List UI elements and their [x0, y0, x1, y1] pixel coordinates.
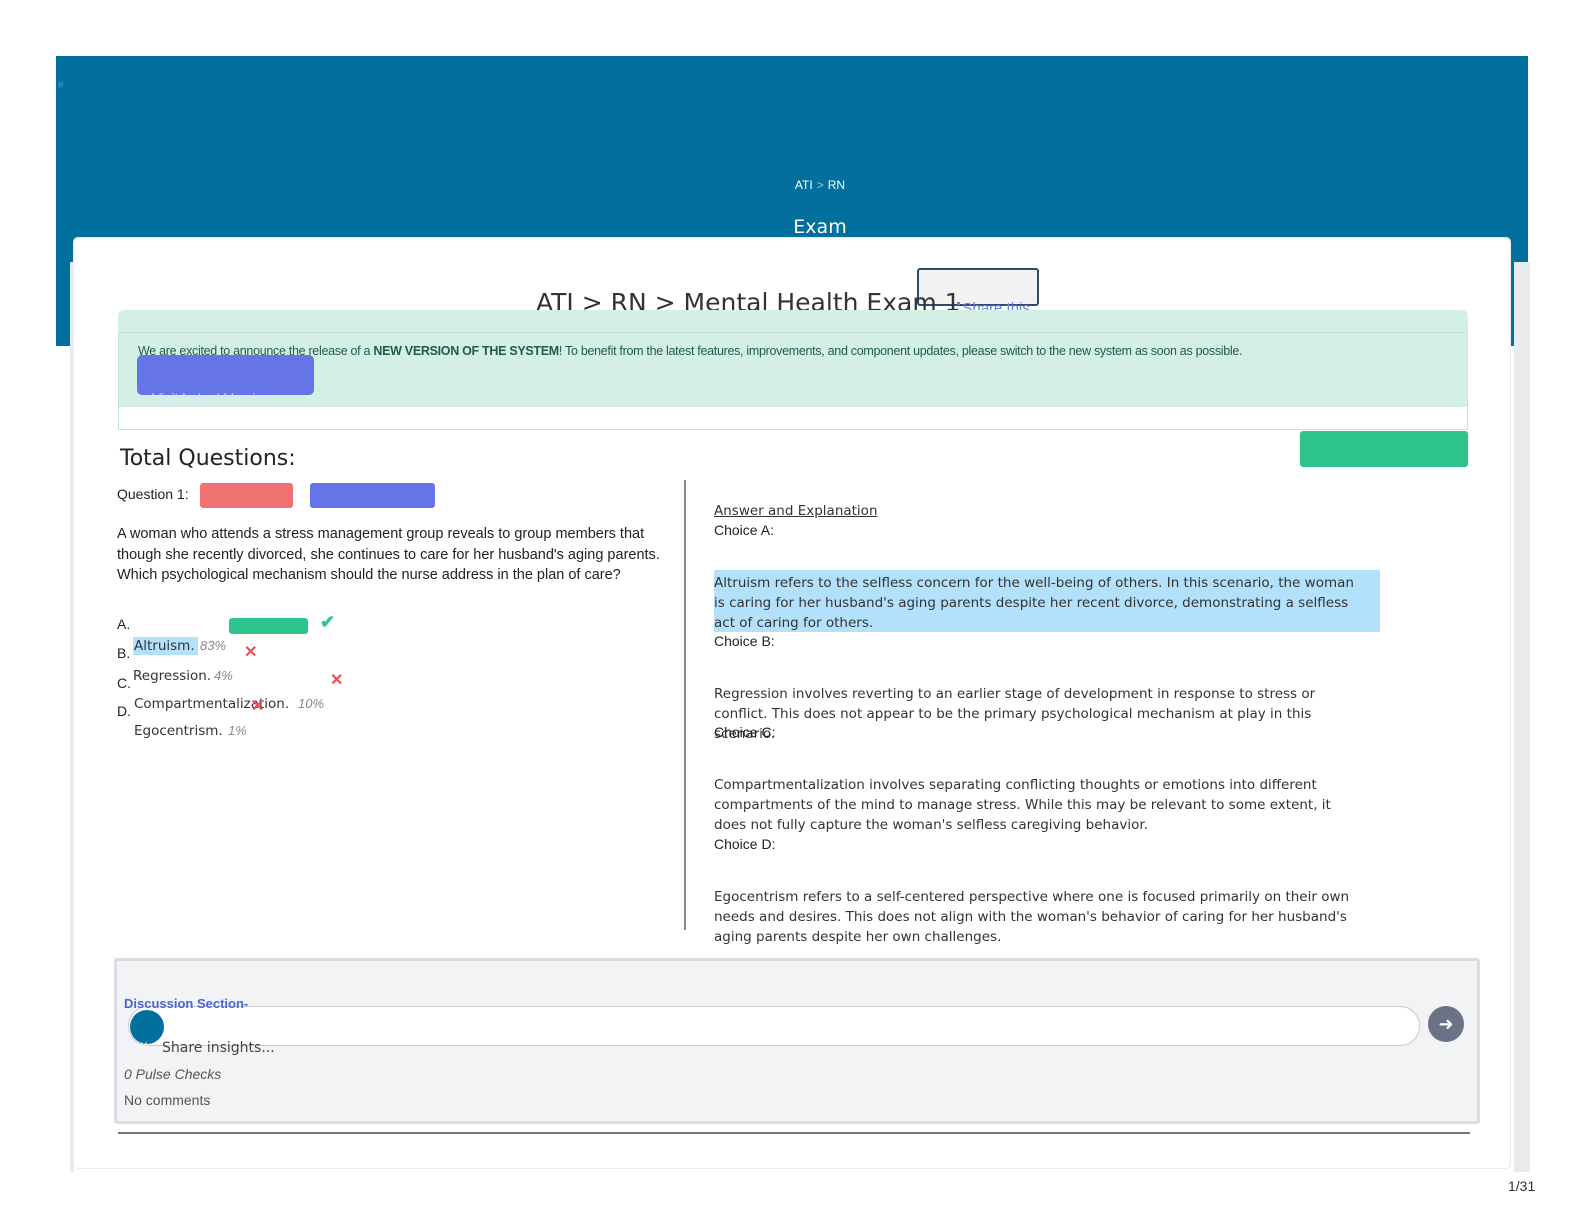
- option-a-letter: A.: [117, 616, 131, 632]
- visit-latest-version-button[interactable]: [137, 355, 314, 395]
- option-c-text[interactable]: Compartmentalization.: [134, 696, 289, 712]
- choice-d-label: Choice D:: [714, 836, 776, 852]
- header-title: Exam: [793, 216, 847, 238]
- announcement-text-b: ! To benefit from the latest features, i…: [558, 344, 1243, 358]
- option-c-percent: 10%: [298, 696, 325, 711]
- choice-c-explanation: Compartmentalization involves separating…: [714, 777, 1331, 833]
- comments-status: No comments: [124, 1092, 211, 1108]
- question-label: Question 1:: [117, 486, 189, 502]
- visit-latest-version-label: Visit Latest Version: [152, 390, 271, 406]
- pulse-checks[interactable]: 0 Pulse Checks: [124, 1066, 221, 1082]
- announcement-text-bold: NEW VERSION OF THE SYSTEM: [373, 344, 559, 358]
- choice-a-explanation: Altruism refers to the selfless concern …: [714, 575, 1354, 631]
- action-button[interactable]: [1300, 431, 1468, 467]
- option-d-letter: D.: [117, 703, 131, 719]
- question-text: A woman who attends a stress management …: [117, 526, 660, 583]
- page-number: 1/31: [1508, 1178, 1536, 1194]
- card-right-edge: [1514, 262, 1530, 1172]
- total-questions-label: Total Questions:: [120, 446, 296, 471]
- breadcrumb-rn[interactable]: RN: [828, 178, 845, 192]
- breadcrumb-ati[interactable]: ATI: [795, 178, 813, 192]
- breadcrumb: ATI > RN: [0, 178, 1584, 192]
- option-c-letter: C.: [117, 675, 131, 691]
- option-b-percent: 4%: [214, 668, 233, 683]
- answer-heading: Answer and Explanation: [714, 503, 878, 519]
- wrong-x-icon: ✕: [244, 644, 258, 661]
- avatar: [130, 1010, 164, 1044]
- column-divider: [684, 480, 686, 930]
- choice-c-label: Choice C:: [714, 724, 776, 740]
- option-a-text[interactable]: Altruism.: [134, 638, 195, 654]
- announcement-tab: [118, 310, 1468, 332]
- send-button[interactable]: ➜: [1428, 1006, 1464, 1042]
- bottom-divider: [118, 1132, 1470, 1134]
- option-d-text[interactable]: Egocentrism.: [134, 723, 223, 739]
- choice-b-explanation: Regression involves reverting to an earl…: [714, 686, 1316, 742]
- choice-a-label: Choice A:: [714, 522, 774, 538]
- choice-d-explanation: Egocentrism refers to a self-centered pe…: [714, 889, 1350, 945]
- question-red-badge[interactable]: [200, 483, 293, 508]
- option-a-correct-bar: [229, 618, 308, 634]
- question-blue-badge[interactable]: [310, 483, 435, 508]
- option-b-letter: B.: [117, 645, 131, 661]
- arrow-right-icon: ➜: [1438, 1014, 1454, 1034]
- option-d-percent: 1%: [228, 723, 247, 738]
- discussion-label[interactable]: Discussion Section-: [124, 996, 248, 1011]
- option-b-text[interactable]: Regression.: [133, 668, 211, 684]
- wrong-x-icon: ✕: [330, 672, 344, 689]
- choice-b-label: Choice B:: [714, 633, 775, 649]
- wrong-x-icon: ✕: [251, 698, 265, 715]
- discussion-placeholder[interactable]: Share insights...: [162, 1040, 275, 1056]
- avatar-initial: K: [140, 1040, 149, 1054]
- option-a-percent: 83%: [200, 638, 227, 653]
- corner-mark: #: [58, 80, 64, 91]
- check-icon: ✔: [320, 612, 336, 632]
- breadcrumb-separator: >: [816, 178, 824, 192]
- discussion-input[interactable]: [128, 1006, 1420, 1046]
